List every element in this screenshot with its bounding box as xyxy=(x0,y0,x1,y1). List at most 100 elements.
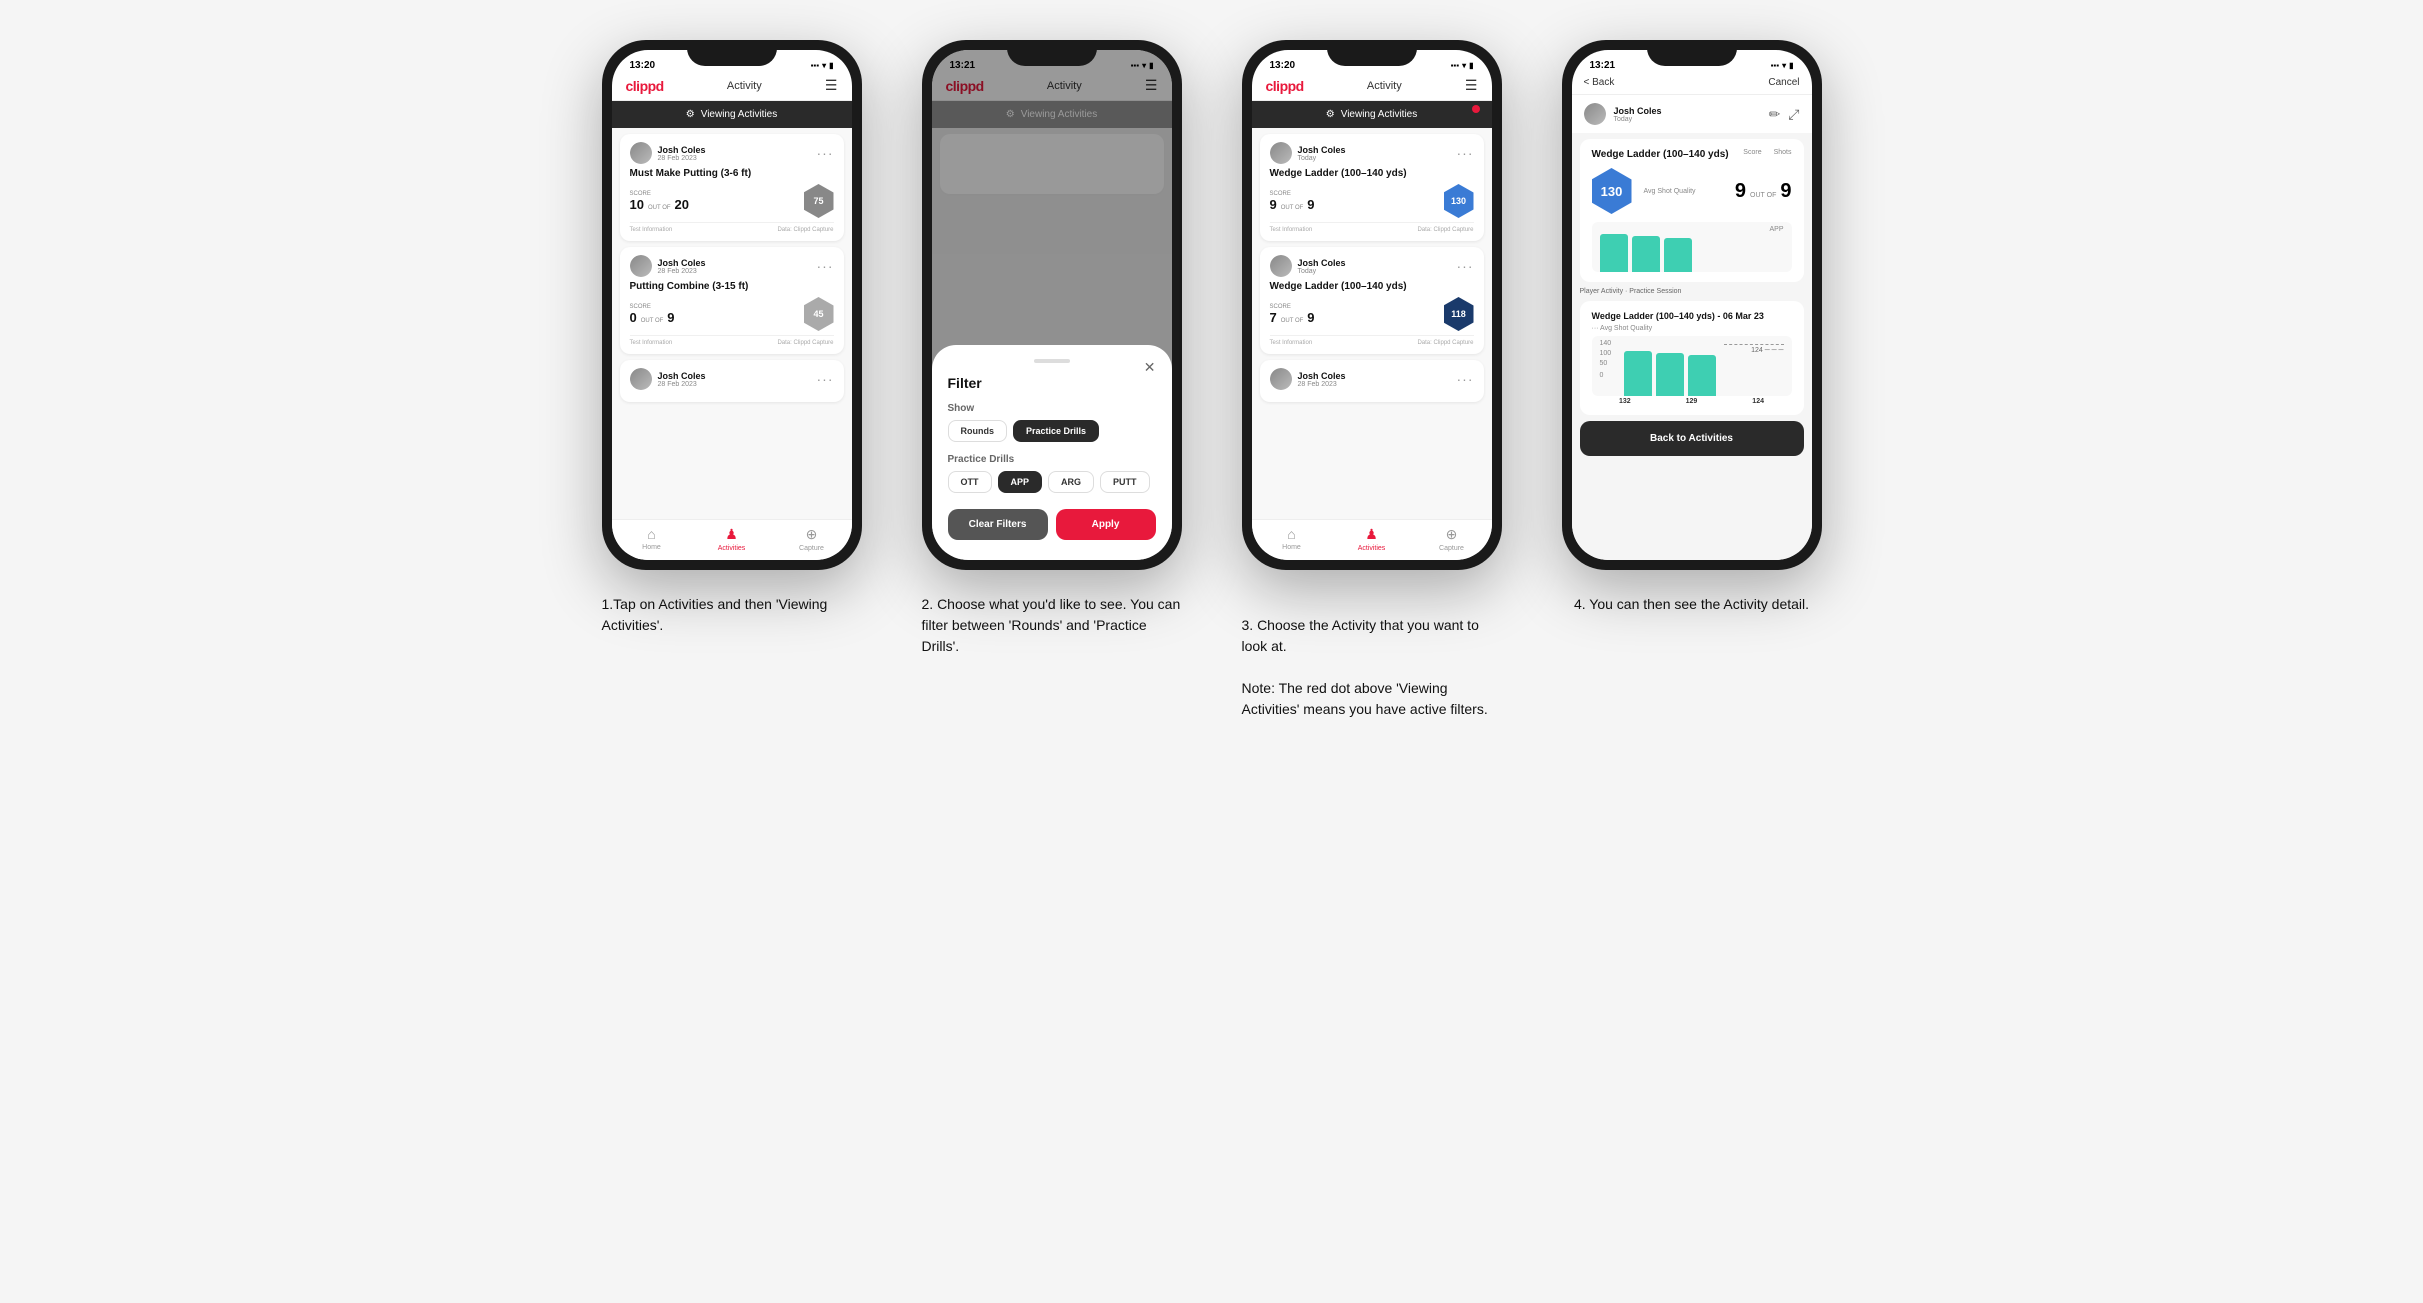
apply-button[interactable]: Apply xyxy=(1056,509,1156,540)
viewing-activities-bar-1[interactable]: ⚙ Viewing Activities xyxy=(612,101,852,128)
status-time-3: 13:20 xyxy=(1270,60,1296,71)
filter-btn-app[interactable]: APP xyxy=(998,471,1043,493)
detail-chart-title: Wedge Ladder (100–140 yds) - 06 Mar 23 xyxy=(1592,311,1792,321)
home-label-1: Home xyxy=(642,544,661,551)
detail-bar-3 xyxy=(1688,355,1716,396)
clear-filters-button[interactable]: Clear Filters xyxy=(948,509,1048,540)
user-date-1-3: 28 Feb 2023 xyxy=(658,381,706,388)
shots-value-3-1: 9 xyxy=(1307,197,1314,212)
score-value-1-2: 0 xyxy=(630,310,637,325)
activity-title-3-1: Wedge Ladder (100–140 yds) xyxy=(1270,168,1474,179)
filter-btn-arg[interactable]: ARG xyxy=(1048,471,1094,493)
status-time-4: 13:21 xyxy=(1590,60,1616,71)
quality-hex-3-1: 130 xyxy=(1444,184,1474,218)
filter-close-icon[interactable]: ✕ xyxy=(1144,359,1156,376)
filter-btn-practice[interactable]: Practice Drills xyxy=(1013,420,1099,442)
activity-title-1-1: Must Make Putting (3-6 ft) xyxy=(630,168,834,179)
scroll-content-3: Josh Coles Today ··· Wedge Ladder (100–1… xyxy=(1252,128,1492,519)
caption-text-3: 3. Choose the Activity that you want to … xyxy=(1242,617,1488,717)
activity-card-1-1[interactable]: Josh Coles 28 Feb 2023 ··· Must Make Put… xyxy=(620,134,844,241)
more-dots-1-3[interactable]: ··· xyxy=(817,371,834,387)
chart-y-50: 50 xyxy=(1600,360,1608,367)
user-name-3-1: Josh Coles xyxy=(1298,145,1346,155)
back-to-activities-button[interactable]: Back to Activities xyxy=(1580,421,1804,456)
home-icon-1: ⌂ xyxy=(647,526,655,542)
logo-3: clippd xyxy=(1266,78,1304,94)
detail-user-bar: Josh Coles Today ✏ ⤢ xyxy=(1572,95,1812,133)
user-name-1-1: Josh Coles xyxy=(658,145,706,155)
chart-y-140: 140 xyxy=(1600,340,1612,347)
bottom-nav-activities-3[interactable]: ♟ Activities xyxy=(1332,526,1412,552)
status-icons-4: ▪▪▪ ▾ ▮ xyxy=(1771,61,1794,70)
stat-block-3-1: Score 9 OUT OF 9 xyxy=(1270,191,1315,212)
score-shots-values: 9 OUT OF 9 xyxy=(1735,180,1792,203)
more-dots-3-2[interactable]: ··· xyxy=(1457,258,1474,274)
cancel-button[interactable]: Cancel xyxy=(1768,77,1799,88)
avatar-1-2 xyxy=(630,255,652,277)
bottom-nav-capture-1[interactable]: ⊕ Capture xyxy=(772,526,852,552)
user-info-3-3: Josh Coles 28 Feb 2023 xyxy=(1270,368,1346,390)
bottom-nav-activities-1[interactable]: ♟ Activities xyxy=(692,526,772,552)
activity-card-3-2[interactable]: Josh Coles Today ··· Wedge Ladder (100–1… xyxy=(1260,247,1484,354)
activity-card-1-2[interactable]: Josh Coles 28 Feb 2023 ··· Putting Combi… xyxy=(620,247,844,354)
detail-bar-1 xyxy=(1624,351,1652,396)
filter-btn-putt[interactable]: PUTT xyxy=(1100,471,1150,493)
filter-btn-ott[interactable]: OTT xyxy=(948,471,992,493)
bottom-nav-home-3[interactable]: ⌂ Home xyxy=(1252,526,1332,552)
capture-icon-1: ⊕ xyxy=(806,526,818,543)
more-dots-3-3[interactable]: ··· xyxy=(1457,371,1474,387)
more-dots-1-2[interactable]: ··· xyxy=(817,258,834,274)
caption-3: 3. Choose the Activity that you want to … xyxy=(1242,594,1502,720)
activity-card-3-3[interactable]: Josh Coles 28 Feb 2023 ··· xyxy=(1260,360,1484,402)
chart-bar-1 xyxy=(1600,234,1628,272)
phone-frame-2: 13:21 ▪▪▪ ▾ ▮ clippd Activity ☰ ⚙ Viewin… xyxy=(922,40,1182,570)
menu-icon-3[interactable]: ☰ xyxy=(1465,77,1478,94)
outof-4: OUT OF xyxy=(1750,192,1776,199)
detail-card-header: Wedge Ladder (100–140 yds) Score Shots xyxy=(1592,149,1792,160)
filter-show-label: Show xyxy=(948,403,1156,414)
capture-label-1: Capture xyxy=(799,545,824,552)
filter-handle xyxy=(1034,359,1070,363)
caption-1: 1.Tap on Activities and then 'Viewing Ac… xyxy=(602,594,862,636)
info-row-3-1: Test Information Data: Clippd Capture xyxy=(1270,222,1474,233)
phone-section-4: 13:21 ▪▪▪ ▾ ▮ < Back Cancel xyxy=(1552,40,1832,615)
user-name-3-3: Josh Coles xyxy=(1298,371,1346,381)
card-header-1-2: Josh Coles 28 Feb 2023 ··· xyxy=(630,255,834,277)
expand-icon-4[interactable]: ⤢ xyxy=(1788,106,1799,123)
chart-val-2: 129 xyxy=(1686,398,1698,405)
caption-4: 4. You can then see the Activity detail. xyxy=(1574,594,1809,615)
stat-block-3-2: Score 7 OUT OF 9 xyxy=(1270,304,1315,325)
score-value-1-1: 10 xyxy=(630,197,644,212)
phone-notch-2 xyxy=(1007,40,1097,66)
shots-value-3-2: 9 xyxy=(1307,310,1314,325)
activities-label-3: Activities xyxy=(1358,545,1386,552)
edit-icon-4[interactable]: ✏ xyxy=(1769,106,1781,123)
info-right-1-2: Data: Clippd Capture xyxy=(777,340,833,346)
quality-hex-1-1: 75 xyxy=(804,184,834,218)
info-left-3-1: Test Information xyxy=(1270,227,1313,233)
bottom-nav-capture-3[interactable]: ⊕ Capture xyxy=(1412,526,1492,552)
phone-section-3: 13:20 ▪▪▪ ▾ ▮ clippd Activity ☰ ⚙ Viewin… xyxy=(1232,40,1512,720)
status-time-1: 13:20 xyxy=(630,60,656,71)
card-header-3-2: Josh Coles Today ··· xyxy=(1270,255,1474,277)
more-dots-1-1[interactable]: ··· xyxy=(817,145,834,161)
filter-btn-rounds[interactable]: Rounds xyxy=(948,420,1008,442)
wifi-icon: ▾ xyxy=(822,61,826,70)
activity-title-1-2: Putting Combine (3-15 ft) xyxy=(630,281,834,292)
activity-card-1-3[interactable]: Josh Coles 28 Feb 2023 ··· xyxy=(620,360,844,402)
menu-icon-1[interactable]: ☰ xyxy=(825,77,838,94)
page-container: 13:20 ▪▪▪ ▾ ▮ clippd Activity ☰ ⚙ Viewin… xyxy=(592,40,1832,720)
nav-title-1: Activity xyxy=(727,80,762,92)
back-button[interactable]: < Back xyxy=(1584,77,1615,88)
detail-score-card: Wedge Ladder (100–140 yds) Score Shots xyxy=(1580,139,1804,282)
avatar-1-1 xyxy=(630,142,652,164)
more-dots-3-1[interactable]: ··· xyxy=(1457,145,1474,161)
chart-y-0: 0 xyxy=(1600,372,1604,379)
viewing-activities-bar-3[interactable]: ⚙ Viewing Activities xyxy=(1252,101,1492,128)
bottom-nav-home-1[interactable]: ⌂ Home xyxy=(612,526,692,552)
avatar-4 xyxy=(1584,103,1606,125)
activity-card-3-1[interactable]: Josh Coles Today ··· Wedge Ladder (100–1… xyxy=(1260,134,1484,241)
bottom-nav-1: ⌂ Home ♟ Activities ⊕ Capture xyxy=(612,519,852,560)
shots-value-1-2: 9 xyxy=(667,310,674,325)
scroll-content-1: Josh Coles 28 Feb 2023 ··· Must Make Put… xyxy=(612,128,852,519)
